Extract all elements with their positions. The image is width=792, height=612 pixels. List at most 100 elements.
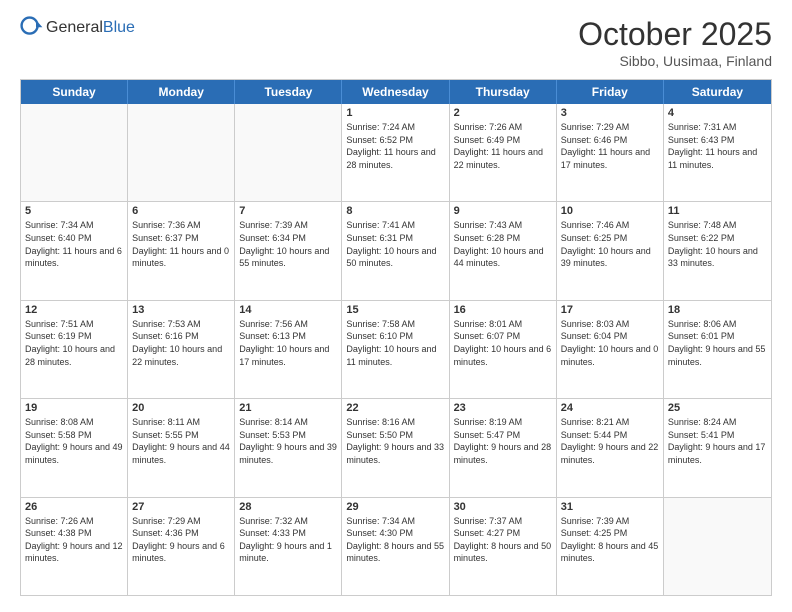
day-cell-3-2: 21 Sunrise: 8:14 AMSunset: 5:53 PMDayligh…: [235, 399, 342, 496]
day-info: Sunrise: 7:29 AMSunset: 4:36 PMDaylight:…: [132, 515, 230, 565]
day-info: Sunrise: 8:08 AMSunset: 5:58 PMDaylight:…: [25, 416, 123, 466]
location: Sibbo, Uusimaa, Finland: [578, 53, 772, 69]
day-info: Sunrise: 8:21 AMSunset: 5:44 PMDaylight:…: [561, 416, 659, 466]
day-info: Sunrise: 8:19 AMSunset: 5:47 PMDaylight:…: [454, 416, 552, 466]
day-cell-4-2: 28Sunrise: 7:32 AMSunset: 4:33 PMDayligh…: [235, 498, 342, 595]
day-number: 2: [454, 107, 552, 119]
day-info: Sunrise: 7:53 AMSunset: 6:16 PMDaylight:…: [132, 318, 230, 368]
day-number: 19: [25, 402, 123, 414]
day-number: 31: [561, 501, 659, 513]
day-info: Sunrise: 7:48 AMSunset: 6:22 PMDaylight:…: [668, 219, 767, 269]
day-cell-1-0: 5 Sunrise: 7:34 AMSunset: 6:40 PMDaylight…: [21, 202, 128, 299]
header-saturday: Saturday: [664, 80, 771, 104]
day-cell-4-3: 29 Sunrise: 7:34 AMSunset: 4:30 PMDayligh…: [342, 498, 449, 595]
day-cell-4-1: 27 Sunrise: 7:29 AMSunset: 4:36 PMDayligh…: [128, 498, 235, 595]
logo-icon: [20, 16, 44, 40]
day-info: Sunrise: 7:56 AMSunset: 6:13 PMDaylight:…: [239, 318, 337, 368]
header: GeneralBlue October 2025 Sibbo, Uusimaa,…: [20, 16, 772, 69]
day-headers: Sunday Monday Tuesday Wednesday Thursday…: [21, 80, 771, 104]
logo: GeneralBlue: [20, 16, 135, 40]
day-info: Sunrise: 7:51 AMSunset: 6:19 PMDaylight:…: [25, 318, 123, 368]
day-info: Sunrise: 7:39 AMSunset: 6:34 PMDaylight:…: [239, 219, 337, 269]
header-friday: Friday: [557, 80, 664, 104]
day-info: Sunrise: 8:03 AMSunset: 6:04 PMDaylight:…: [561, 318, 659, 368]
day-cell-2-6: 18 Sunrise: 8:06 AMSunset: 6:01 PMDayligh…: [664, 301, 771, 398]
calendar-body: 1Sunrise: 7:24 AMSunset: 6:52 PMDaylight…: [21, 104, 771, 595]
day-number: 1: [346, 107, 444, 119]
month-title: October 2025: [578, 16, 772, 53]
day-info: Sunrise: 8:14 AMSunset: 5:53 PMDaylight:…: [239, 416, 337, 466]
day-cell-3-6: 25Sunrise: 8:24 AMSunset: 5:41 PMDayligh…: [664, 399, 771, 496]
day-number: 4: [668, 107, 767, 119]
day-cell-1-1: 6 Sunrise: 7:36 AMSunset: 6:37 PMDaylight…: [128, 202, 235, 299]
day-number: 29: [346, 501, 444, 513]
header-tuesday: Tuesday: [235, 80, 342, 104]
day-info: Sunrise: 8:01 AMSunset: 6:07 PMDaylight:…: [454, 318, 552, 368]
day-cell-3-4: 23 Sunrise: 8:19 AMSunset: 5:47 PMDayligh…: [450, 399, 557, 496]
day-number: 20: [132, 402, 230, 414]
day-number: 5: [25, 205, 123, 217]
day-cell-0-5: 3 Sunrise: 7:29 AMSunset: 6:46 PMDaylight…: [557, 104, 664, 201]
week-row-5: 26 Sunrise: 7:26 AMSunset: 4:38 PMDayligh…: [21, 498, 771, 595]
title-block: October 2025 Sibbo, Uusimaa, Finland: [578, 16, 772, 69]
day-number: 24: [561, 402, 659, 414]
day-cell-0-1: [128, 104, 235, 201]
day-info: Sunrise: 7:34 AMSunset: 6:40 PMDaylight:…: [25, 219, 123, 269]
day-number: 3: [561, 107, 659, 119]
day-number: 13: [132, 304, 230, 316]
day-number: 14: [239, 304, 337, 316]
day-info: Sunrise: 7:32 AMSunset: 4:33 PMDaylight:…: [239, 515, 337, 565]
day-number: 9: [454, 205, 552, 217]
day-cell-1-5: 10 Sunrise: 7:46 AMSunset: 6:25 PMDayligh…: [557, 202, 664, 299]
day-number: 12: [25, 304, 123, 316]
day-info: Sunrise: 7:41 AMSunset: 6:31 PMDaylight:…: [346, 219, 444, 269]
day-cell-1-3: 8 Sunrise: 7:41 AMSunset: 6:31 PMDaylight…: [342, 202, 449, 299]
day-cell-1-6: 11 Sunrise: 7:48 AMSunset: 6:22 PMDayligh…: [664, 202, 771, 299]
day-info: Sunrise: 7:39 AMSunset: 4:25 PMDaylight:…: [561, 515, 659, 565]
week-row-4: 19 Sunrise: 8:08 AMSunset: 5:58 PMDayligh…: [21, 399, 771, 497]
day-info: Sunrise: 7:26 AMSunset: 4:38 PMDaylight:…: [25, 515, 123, 565]
day-number: 6: [132, 205, 230, 217]
day-cell-3-1: 20 Sunrise: 8:11 AMSunset: 5:55 PMDayligh…: [128, 399, 235, 496]
day-cell-2-2: 14 Sunrise: 7:56 AMSunset: 6:13 PMDayligh…: [235, 301, 342, 398]
header-monday: Monday: [128, 80, 235, 104]
day-cell-3-3: 22Sunrise: 8:16 AMSunset: 5:50 PMDayligh…: [342, 399, 449, 496]
day-number: 7: [239, 205, 337, 217]
week-row-1: 1Sunrise: 7:24 AMSunset: 6:52 PMDaylight…: [21, 104, 771, 202]
day-number: 17: [561, 304, 659, 316]
day-number: 10: [561, 205, 659, 217]
day-cell-2-0: 12 Sunrise: 7:51 AMSunset: 6:19 PMDayligh…: [21, 301, 128, 398]
logo-blue-text: Blue: [103, 19, 135, 36]
day-cell-4-4: 30Sunrise: 7:37 AMSunset: 4:27 PMDayligh…: [450, 498, 557, 595]
day-cell-1-4: 9 Sunrise: 7:43 AMSunset: 6:28 PMDaylight…: [450, 202, 557, 299]
day-info: Sunrise: 7:26 AMSunset: 6:49 PMDaylight:…: [454, 121, 552, 171]
day-cell-0-6: 4 Sunrise: 7:31 AMSunset: 6:43 PMDaylight…: [664, 104, 771, 201]
day-cell-4-5: 31 Sunrise: 7:39 AMSunset: 4:25 PMDayligh…: [557, 498, 664, 595]
day-info: Sunrise: 7:36 AMSunset: 6:37 PMDaylight:…: [132, 219, 230, 269]
day-cell-2-5: 17 Sunrise: 8:03 AMSunset: 6:04 PMDayligh…: [557, 301, 664, 398]
day-cell-2-1: 13 Sunrise: 7:53 AMSunset: 6:16 PMDayligh…: [128, 301, 235, 398]
day-number: 21: [239, 402, 337, 414]
day-info: Sunrise: 7:34 AMSunset: 4:30 PMDaylight:…: [346, 515, 444, 565]
day-cell-4-6: [664, 498, 771, 595]
day-cell-0-3: 1Sunrise: 7:24 AMSunset: 6:52 PMDaylight…: [342, 104, 449, 201]
day-info: Sunrise: 7:43 AMSunset: 6:28 PMDaylight:…: [454, 219, 552, 269]
day-info: Sunrise: 8:11 AMSunset: 5:55 PMDaylight:…: [132, 416, 230, 466]
logo-general-text: General: [46, 19, 103, 36]
day-info: Sunrise: 8:06 AMSunset: 6:01 PMDaylight:…: [668, 318, 767, 368]
day-number: 23: [454, 402, 552, 414]
day-number: 26: [25, 501, 123, 513]
day-number: 18: [668, 304, 767, 316]
day-info: Sunrise: 7:29 AMSunset: 6:46 PMDaylight:…: [561, 121, 659, 171]
header-thursday: Thursday: [450, 80, 557, 104]
page: GeneralBlue October 2025 Sibbo, Uusimaa,…: [0, 0, 792, 612]
day-number: 11: [668, 205, 767, 217]
day-info: Sunrise: 7:31 AMSunset: 6:43 PMDaylight:…: [668, 121, 767, 171]
day-number: 8: [346, 205, 444, 217]
day-number: 27: [132, 501, 230, 513]
day-number: 30: [454, 501, 552, 513]
day-cell-3-5: 24 Sunrise: 8:21 AMSunset: 5:44 PMDayligh…: [557, 399, 664, 496]
day-info: Sunrise: 8:16 AMSunset: 5:50 PMDaylight:…: [346, 416, 444, 466]
day-cell-2-4: 16Sunrise: 8:01 AMSunset: 6:07 PMDayligh…: [450, 301, 557, 398]
day-info: Sunrise: 7:46 AMSunset: 6:25 PMDaylight:…: [561, 219, 659, 269]
